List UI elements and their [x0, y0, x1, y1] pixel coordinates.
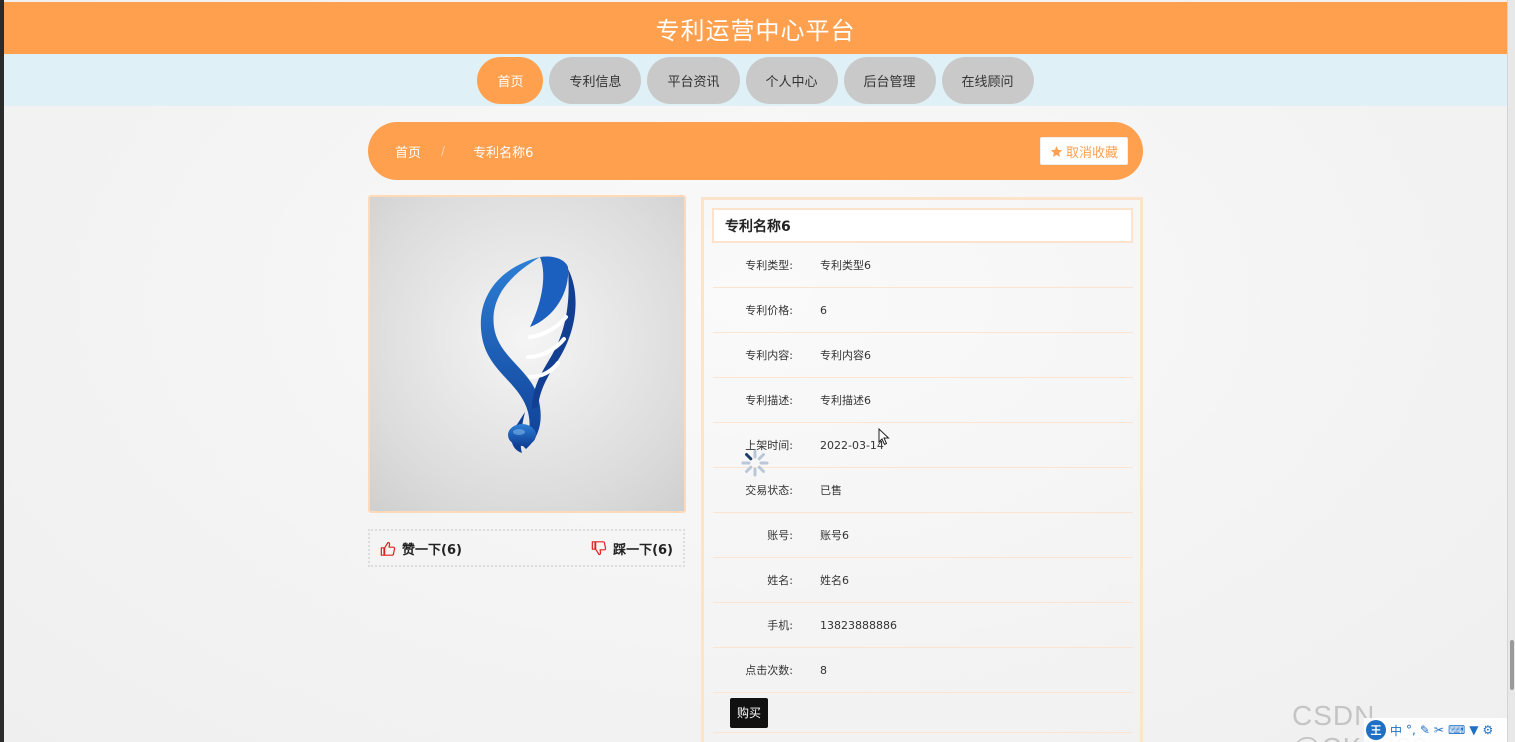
pen-icon[interactable]: ✎ [1420, 723, 1430, 737]
row-value: 专利描述6 [820, 394, 871, 407]
row-label: 交易状态: [745, 484, 793, 497]
detail-row-type: 专利类型: 专利类型6 [713, 243, 1133, 288]
site-title: 专利运营中心平台 [655, 16, 856, 45]
detail-row-listed-time: 上架时间: 2022-03-14 [713, 423, 1133, 468]
scissors-icon[interactable]: ✂ [1434, 723, 1444, 737]
unfavorite-button[interactable]: 取消收藏 [1039, 137, 1128, 165]
ime-logo-icon[interactable]: 王 [1366, 720, 1386, 740]
detail-row-phone: 手机: 13823888886 [713, 603, 1133, 648]
punctuation-icon[interactable]: °, [1406, 723, 1416, 737]
main-nav: 首页 专利信息 平台资讯 个人中心 后台管理 在线顾问 [4, 54, 1507, 106]
breadcrumb-home-link[interactable]: 首页 [395, 142, 421, 161]
breadcrumb-current: 专利名称6 [473, 145, 534, 161]
like-label: 赞一下(6) [402, 542, 462, 558]
site-header: 专利运营中心平台 [4, 2, 1507, 54]
row-value: 姓名6 [820, 574, 849, 587]
detail-row-price: 专利价格: 6 [713, 288, 1133, 333]
thumbs-down-icon [591, 540, 607, 555]
row-value: 13823888886 [820, 618, 897, 632]
thumbs-up-icon [380, 541, 396, 556]
row-value: 8 [820, 663, 827, 677]
buy-row: 购买 [713, 693, 1133, 733]
keyboard-icon[interactable]: ⌨ [1448, 723, 1465, 737]
breadcrumb: 首页 / 专利名称6 取消收藏 [368, 122, 1143, 180]
nav-item-personal-center[interactable]: 个人中心 [745, 56, 838, 104]
scrollbar-thumb[interactable] [1510, 640, 1514, 690]
row-label: 姓名: [767, 574, 793, 587]
row-label: 专利价格: [745, 304, 793, 317]
detail-rows: 专利类型: 专利类型6 专利价格: 6 专利内容: 专利内容6 专利描述: 专利… [713, 243, 1133, 733]
ime-mode-toggle[interactable]: 中 [1390, 722, 1402, 739]
ime-toolbar: 王 中 °, ✎ ✂ ⌨ ▼ ⚙ [1364, 718, 1515, 742]
detail-row-account: 账号: 账号6 [713, 513, 1133, 558]
nav-item-online-consultant[interactable]: 在线顾问 [941, 56, 1034, 104]
row-value: 已售 [820, 484, 842, 497]
detail-row-content: 专利内容: 专利内容6 [713, 333, 1133, 378]
row-label: 手机: [767, 619, 793, 632]
breadcrumb-separator: / [441, 144, 446, 158]
vote-bar: 赞一下(6) 踩一下(6) [368, 529, 685, 567]
mouse-cursor-icon [878, 428, 890, 446]
unfavorite-label: 取消收藏 [1065, 145, 1118, 161]
detail-row-description: 专利描述: 专利描述6 [713, 378, 1133, 423]
row-value: 专利类型6 [820, 259, 871, 272]
row-value: 6 [820, 303, 827, 317]
detail-row-clicks: 点击次数: 8 [713, 648, 1133, 693]
buy-button[interactable]: 购买 [730, 697, 769, 728]
detail-row-trade-status: 交易状态: 已售 [713, 468, 1133, 513]
dislike-label: 踩一下(6) [613, 542, 673, 558]
row-label: 专利描述: [745, 394, 793, 407]
nav-item-platform-news[interactable]: 平台资讯 [647, 56, 740, 104]
star-icon [1050, 145, 1063, 157]
row-label: 专利内容: [745, 349, 793, 362]
nav-item-home[interactable]: 首页 [477, 56, 544, 104]
row-label: 点击次数: [745, 664, 793, 677]
nav-item-patent-info[interactable]: 专利信息 [549, 56, 642, 104]
scrollbar[interactable] [1507, 0, 1515, 742]
row-value: 2022-03-14 [820, 438, 884, 452]
dislike-button[interactable]: 踩一下(6) [591, 539, 673, 558]
detail-row-name: 姓名: 姓名6 [713, 558, 1133, 603]
window-left-edge [0, 0, 4, 742]
nav-item-admin[interactable]: 后台管理 [843, 56, 936, 104]
music-note-logo-icon [480, 256, 576, 453]
row-label: 账号: [767, 529, 793, 542]
row-value: 专利内容6 [820, 349, 871, 362]
like-button[interactable]: 赞一下(6) [380, 539, 462, 558]
settings-icon[interactable]: ⚙ [1483, 723, 1494, 737]
row-value: 账号6 [820, 529, 849, 542]
row-label: 专利类型: [745, 259, 793, 272]
skin-icon[interactable]: ▼ [1469, 723, 1478, 737]
loading-spinner-icon [741, 449, 769, 477]
patent-image [368, 195, 686, 513]
detail-title: 专利名称6 [712, 208, 1133, 243]
